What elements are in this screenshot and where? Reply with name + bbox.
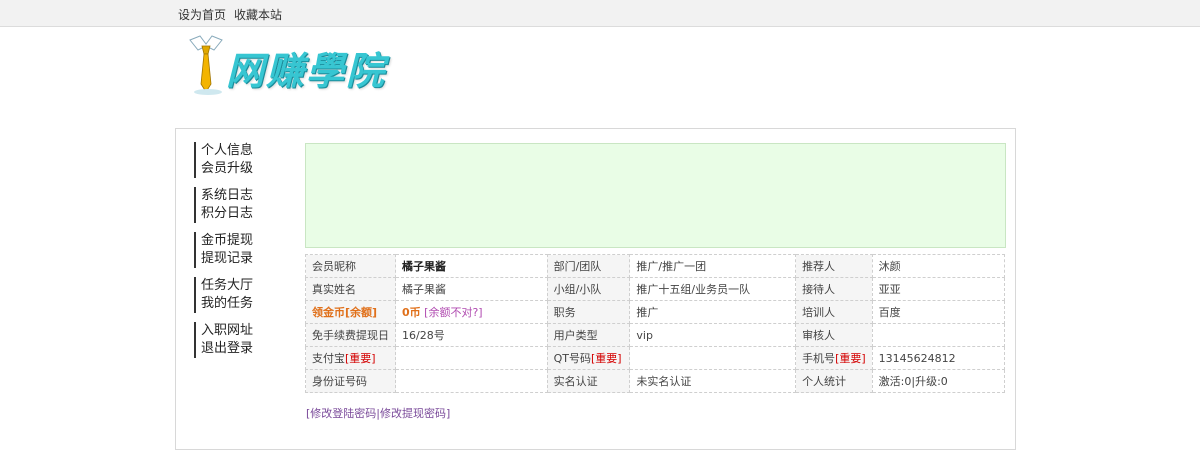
user-type-label: 用户类型 xyxy=(546,323,631,347)
site-logo[interactable]: 网赚學院 xyxy=(186,34,416,96)
fee-free-day-label: 免手续费提现日 xyxy=(305,323,396,347)
alipay-label: 支付宝[重要] xyxy=(305,346,396,370)
sidebar-group-withdraw: 金币提现 提现记录 xyxy=(194,232,284,268)
receiver-label: 接待人 xyxy=(795,277,873,301)
password-links: [修改登陆密码|修改提现密码] xyxy=(306,405,450,421)
idcard-label: 身份证号码 xyxy=(305,369,396,393)
user-type-value: vip xyxy=(629,323,797,347)
referrer-value: 沐颜 xyxy=(871,254,1006,278)
nickname-label: 会员昵称 xyxy=(305,254,396,278)
fee-free-day-value: 16/28号 xyxy=(395,323,548,347)
sidebar-item-onboarding-url[interactable]: 入职网址 xyxy=(194,322,284,340)
table-row: 支付宝[重要] QT号码[重要] 手机号[重要] 13145624812 xyxy=(305,346,1006,370)
bookmark-link[interactable]: 收藏本站 xyxy=(234,8,282,22)
sidebar-item-upgrade[interactable]: 会员升级 xyxy=(194,160,284,178)
phone-label: 手机号[重要] xyxy=(795,346,873,370)
position-label: 职务 xyxy=(546,300,631,324)
important-tag: [重要] xyxy=(345,352,376,365)
sidebar-group-tasks: 任务大厅 我的任务 xyxy=(194,277,284,313)
qt-label: QT号码[重要] xyxy=(546,346,631,370)
top-links: 设为首页 收藏本站 xyxy=(178,6,290,23)
sidebar-group-logs: 系统日志 积分日志 xyxy=(194,187,284,223)
table-row: 领金币[余额] 0币 [余额不对?] 职务 推广 培训人 百度 xyxy=(305,300,1006,324)
auditor-value xyxy=(871,323,1006,347)
table-row: 免手续费提现日 16/28号 用户类型 vip 审核人 xyxy=(305,323,1006,347)
sidebar-item-my-tasks[interactable]: 我的任务 xyxy=(194,295,284,313)
member-info-table: 会员昵称 橘子果酱 部门/团队 推广/推广一团 推荐人 沐颜 真实姓名 橘子果酱… xyxy=(305,254,1006,393)
set-home-link[interactable]: 设为首页 xyxy=(178,8,226,22)
notice-box xyxy=(305,143,1006,248)
phone-label-text: 手机号 xyxy=(802,352,836,365)
dept-label: 部门/团队 xyxy=(546,254,631,278)
sidebar-group-account: 入职网址 退出登录 xyxy=(194,322,284,358)
sidebar-item-points-log[interactable]: 积分日志 xyxy=(194,205,284,223)
sidebar-item-profile[interactable]: 个人信息 xyxy=(194,142,284,160)
nickname-value: 橘子果酱 xyxy=(395,254,548,278)
bracket-close: ] xyxy=(446,407,451,420)
tie-icon xyxy=(189,35,223,95)
trainer-label: 培训人 xyxy=(795,300,873,324)
table-row: 身份证号码 实名认证 未实名认证 个人统计 激活:0|升级:0 xyxy=(305,369,1006,393)
realname-auth-label: 实名认证 xyxy=(546,369,631,393)
trainer-value: 百度 xyxy=(871,300,1006,324)
important-tag: [重要] xyxy=(590,352,622,365)
stats-value: 激活:0|升级:0 xyxy=(871,369,1006,393)
referrer-label: 推荐人 xyxy=(795,254,873,278)
realname-value: 橘子果酱 xyxy=(395,277,548,301)
sidebar-item-withdraw[interactable]: 金币提现 xyxy=(194,232,284,250)
receiver-value: 亚亚 xyxy=(871,277,1006,301)
alipay-value xyxy=(395,346,548,370)
idcard-value xyxy=(395,369,548,393)
coin-value: 0币 xyxy=(402,306,421,319)
qt-value xyxy=(629,346,797,370)
position-value: 推广 xyxy=(629,300,797,324)
coin-label-text: 领金币 xyxy=(312,306,345,319)
sidebar-item-system-log[interactable]: 系统日志 xyxy=(194,187,284,205)
top-bar: 设为首页 收藏本站 xyxy=(0,0,1200,27)
coin-label: 领金币[余额] xyxy=(305,300,396,324)
table-row: 真实姓名 橘子果酱 小组/小队 推广十五组/业务员一队 接待人 亚亚 xyxy=(305,277,1006,301)
group-label: 小组/小队 xyxy=(546,277,631,301)
group-value: 推广十五组/业务员一队 xyxy=(629,277,797,301)
auditor-label: 审核人 xyxy=(795,323,873,347)
coin-balance-query-link[interactable]: [余额不对?] xyxy=(424,306,482,319)
sidebar-menu: 个人信息 会员升级 系统日志 积分日志 金币提现 提现记录 任务大厅 我的任务 … xyxy=(194,142,284,367)
change-login-password-link[interactable]: 修改登陆密码 xyxy=(310,407,376,420)
logo-text: 网赚學院 xyxy=(226,48,387,93)
qt-label-text: QT号码 xyxy=(553,352,591,365)
stats-label: 个人统计 xyxy=(795,369,873,393)
coin-cell: 0币 [余额不对?] xyxy=(395,300,548,324)
sidebar-item-task-hall[interactable]: 任务大厅 xyxy=(194,277,284,295)
dept-value: 推广/推广一团 xyxy=(629,254,797,278)
table-row: 会员昵称 橘子果酱 部门/团队 推广/推广一团 推荐人 沐颜 xyxy=(305,254,1006,278)
realname-label: 真实姓名 xyxy=(305,277,396,301)
realname-auth-link[interactable]: 未实名认证 xyxy=(629,369,797,393)
change-withdraw-password-link[interactable]: 修改提现密码 xyxy=(380,407,446,420)
alipay-label-text: 支付宝 xyxy=(312,352,345,365)
coin-balance-tag: [余额] xyxy=(345,306,378,319)
phone-value: 13145624812 xyxy=(871,346,1006,370)
sidebar-item-logout[interactable]: 退出登录 xyxy=(194,340,284,358)
sidebar-group-profile: 个人信息 会员升级 xyxy=(194,142,284,178)
sidebar-item-withdraw-records[interactable]: 提现记录 xyxy=(194,250,284,268)
important-tag: [重要] xyxy=(835,352,866,365)
